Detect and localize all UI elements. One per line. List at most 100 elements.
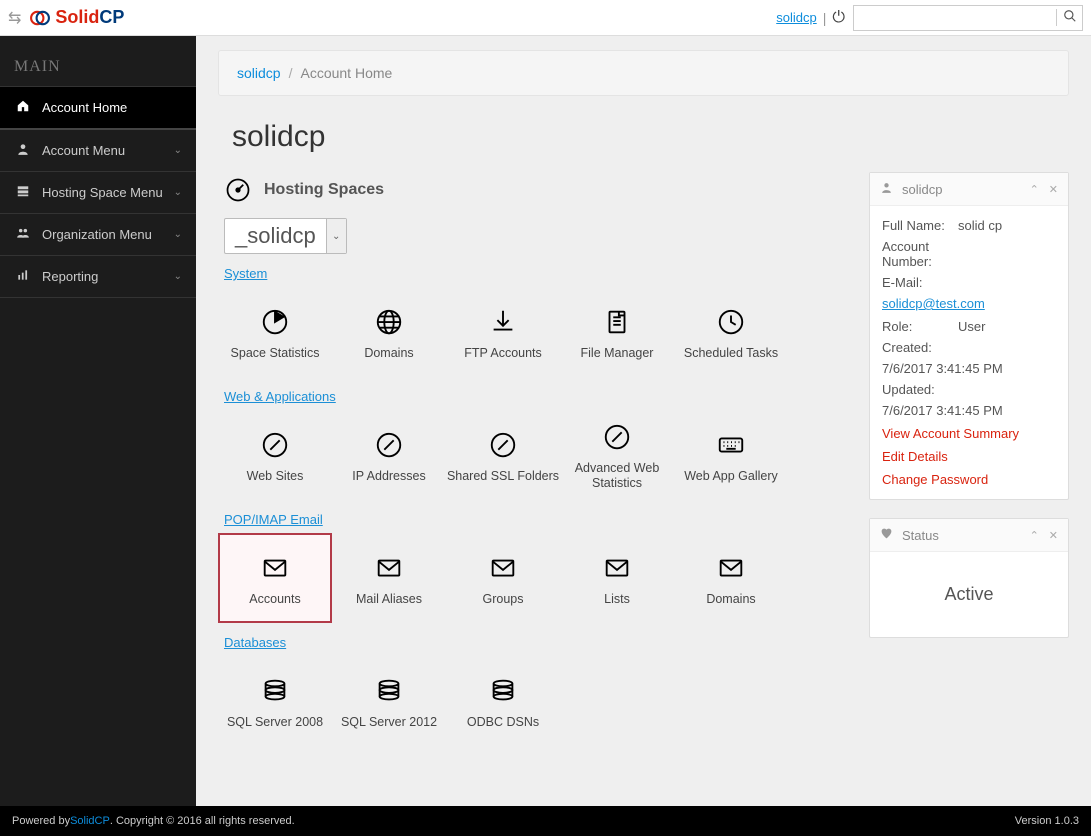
keyboard-icon bbox=[716, 427, 746, 463]
db-icon bbox=[374, 673, 404, 709]
action-change-password[interactable]: Change Password bbox=[882, 472, 1056, 487]
mail-icon bbox=[716, 550, 746, 586]
close-icon[interactable]: ✕ bbox=[1049, 183, 1058, 196]
nav-account-home[interactable]: Account Home bbox=[0, 87, 196, 130]
nav-account-menu[interactable]: Account Menu⌄ bbox=[0, 130, 196, 172]
compass-icon bbox=[602, 419, 632, 455]
tile-web-app-gallery[interactable]: Web App Gallery bbox=[674, 410, 788, 500]
tile-label: ODBC DSNs bbox=[467, 715, 539, 730]
logo-solid: Solid bbox=[55, 7, 99, 28]
tile-label: Accounts bbox=[249, 592, 300, 607]
users-icon bbox=[14, 226, 32, 243]
category-databases[interactable]: Databases bbox=[224, 635, 851, 650]
chart-icon bbox=[14, 268, 32, 285]
swap-icon[interactable]: ⇆ bbox=[8, 8, 21, 28]
category-system[interactable]: System bbox=[224, 266, 851, 281]
clock-icon bbox=[716, 304, 746, 340]
breadcrumb-sep: / bbox=[289, 65, 293, 81]
power-icon[interactable]: ⏻ bbox=[832, 9, 845, 27]
tile-label: Domains bbox=[364, 346, 413, 361]
mail-icon bbox=[602, 550, 632, 586]
tile-web-sites[interactable]: Web Sites bbox=[218, 410, 332, 500]
status-panel: Status ⌃ ✕ Active bbox=[869, 518, 1069, 638]
nav-organization-menu[interactable]: Organization Menu⌄ bbox=[0, 214, 196, 256]
logo-cp: CP bbox=[99, 7, 124, 28]
status-value: Active bbox=[882, 564, 1056, 625]
status-panel-title: Status bbox=[902, 528, 939, 543]
tile-label: Scheduled Tasks bbox=[684, 346, 778, 361]
tile-scheduled-tasks[interactable]: Scheduled Tasks bbox=[674, 287, 788, 377]
tile-space-statistics[interactable]: Space Statistics bbox=[218, 287, 332, 377]
tile-odbc-dsns[interactable]: ODBC DSNs bbox=[446, 656, 560, 746]
close-icon[interactable]: ✕ bbox=[1049, 529, 1058, 542]
collapse-icon[interactable]: ⌃ bbox=[1030, 183, 1039, 196]
nav-label: Hosting Space Menu bbox=[42, 185, 163, 200]
hosting-header: Hosting Spaces bbox=[224, 176, 851, 204]
created-label: Created: bbox=[882, 340, 1056, 355]
db-icon bbox=[488, 673, 518, 709]
space-select-value: _solidcp bbox=[225, 223, 326, 249]
logo-icon bbox=[29, 7, 51, 29]
tile-lists[interactable]: Lists bbox=[560, 533, 674, 623]
tile-label: Mail Aliases bbox=[356, 592, 422, 607]
collapse-icon[interactable]: ⌃ bbox=[1030, 529, 1039, 542]
tile-label: Web App Gallery bbox=[684, 469, 778, 484]
tile-ip-addresses[interactable]: IP Addresses bbox=[332, 410, 446, 500]
account-value bbox=[958, 239, 1056, 269]
tile-accounts[interactable]: Accounts bbox=[218, 533, 332, 623]
tile-file-manager[interactable]: File Manager bbox=[560, 287, 674, 377]
user-panel-title: solidcp bbox=[902, 182, 942, 197]
action-edit-details[interactable]: Edit Details bbox=[882, 449, 1056, 464]
logo[interactable]: SolidCP bbox=[29, 7, 124, 29]
category-web-applications[interactable]: Web & Applications bbox=[224, 389, 851, 404]
filemgr-icon bbox=[602, 304, 632, 340]
tile-advanced-web-statistics[interactable]: Advanced Web Statistics bbox=[560, 410, 674, 500]
tile-mail-aliases[interactable]: Mail Aliases bbox=[332, 533, 446, 623]
mail-icon bbox=[260, 550, 290, 586]
email-value[interactable]: solidcp@test.com bbox=[882, 296, 1056, 311]
server-icon bbox=[14, 184, 32, 201]
sidebar: MAIN Account HomeAccount Menu⌄Hosting Sp… bbox=[0, 36, 196, 806]
home-icon bbox=[14, 99, 32, 116]
gauge-icon bbox=[224, 176, 252, 204]
tile-label: Web Sites bbox=[247, 469, 304, 484]
user-link[interactable]: solidcp bbox=[776, 10, 816, 25]
heartbeat-icon bbox=[880, 527, 894, 543]
footer: Powered by SolidCP . Copyright © 2016 al… bbox=[0, 806, 1091, 836]
updated-value: 7/6/2017 3:41:45 PM bbox=[882, 403, 1056, 418]
user-icon bbox=[880, 181, 894, 197]
category-pop-imap-email[interactable]: POP/IMAP Email bbox=[224, 512, 851, 527]
nav-hosting-space-menu[interactable]: Hosting Space Menu ⌄ bbox=[0, 172, 196, 214]
search-icon[interactable] bbox=[1056, 9, 1082, 26]
action-view-account-summary[interactable]: View Account Summary bbox=[882, 426, 1056, 441]
breadcrumb-root[interactable]: solidcp bbox=[237, 65, 281, 81]
account-label: Account Number: bbox=[882, 239, 958, 269]
compass-icon bbox=[488, 427, 518, 463]
footer-prefix: Powered by bbox=[12, 815, 70, 827]
download-icon bbox=[488, 304, 518, 340]
nav-reporting[interactable]: Reporting⌄ bbox=[0, 256, 196, 298]
tile-ftp-accounts[interactable]: FTP Accounts bbox=[446, 287, 560, 377]
nav-label: Reporting bbox=[42, 269, 98, 284]
user-icon bbox=[14, 142, 32, 159]
nav-label: Account Menu bbox=[42, 143, 125, 158]
tile-domains[interactable]: Domains bbox=[332, 287, 446, 377]
tile-domains[interactable]: Domains bbox=[674, 533, 788, 623]
mail-icon bbox=[488, 550, 518, 586]
compass-icon bbox=[374, 427, 404, 463]
created-value: 7/6/2017 3:41:45 PM bbox=[882, 361, 1056, 376]
footer-version: Version 1.0.3 bbox=[1015, 815, 1079, 827]
space-select[interactable]: _solidcp ⌄ bbox=[224, 218, 347, 254]
tile-groups[interactable]: Groups bbox=[446, 533, 560, 623]
search-input[interactable] bbox=[854, 10, 1056, 25]
topbar: ⇆ SolidCP solidcp | ⏻ bbox=[0, 0, 1091, 36]
tile-shared-ssl-folders[interactable]: Shared SSL Folders bbox=[446, 410, 560, 500]
piechart-icon bbox=[260, 304, 290, 340]
chevron-down-icon: ⌄ bbox=[174, 187, 182, 198]
tile-sql-server-2008[interactable]: SQL Server 2008 bbox=[218, 656, 332, 746]
tile-sql-server-2012[interactable]: SQL Server 2012 bbox=[332, 656, 446, 746]
tile-label: Shared SSL Folders bbox=[447, 469, 559, 484]
footer-link[interactable]: SolidCP bbox=[70, 815, 110, 827]
main-content: solidcp / Account Home solidcp Hosting S… bbox=[196, 36, 1091, 806]
db-icon bbox=[260, 673, 290, 709]
